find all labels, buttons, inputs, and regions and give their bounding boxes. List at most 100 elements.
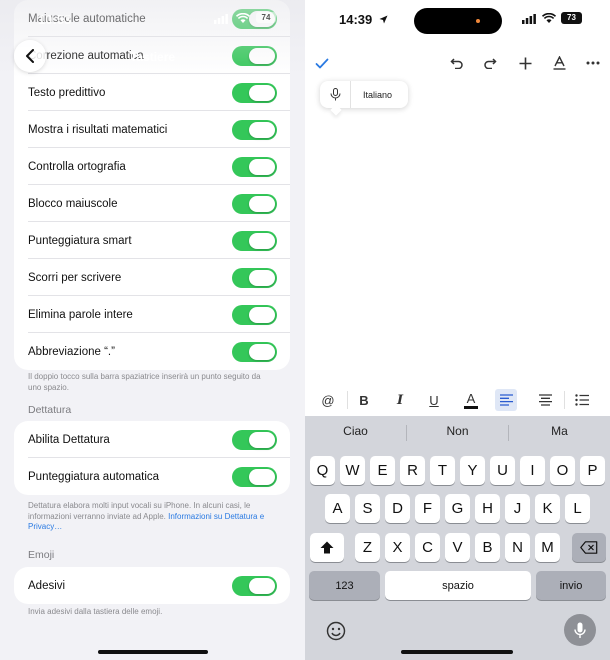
emoji-button[interactable] [323, 618, 349, 644]
setting-row-blocco[interactable]: Blocco maiuscole [14, 185, 290, 222]
key-j[interactable]: J [505, 494, 530, 523]
suggestion-2[interactable]: Non [407, 424, 508, 438]
suggestion-3[interactable]: Ma [509, 424, 610, 438]
toggle-switch[interactable] [232, 341, 277, 362]
align-center-button[interactable] [534, 389, 556, 411]
bold-button[interactable]: B [353, 389, 375, 411]
status-bar: 10:53 74 [0, 0, 305, 40]
dictation-button[interactable] [564, 614, 596, 646]
nav-title: Tastiere [129, 50, 176, 64]
toggle-switch[interactable] [232, 193, 277, 214]
align-left-button[interactable] [495, 389, 517, 411]
setting-label: Testo predittivo [28, 86, 106, 99]
dictation-language[interactable]: Italiano [351, 90, 392, 100]
key-q[interactable]: Q [310, 456, 335, 485]
toggle-switch[interactable] [232, 304, 277, 325]
key-s[interactable]: S [355, 494, 380, 523]
wifi-icon [542, 13, 556, 23]
setting-row-predittivo[interactable]: Testo predittivo [14, 74, 290, 111]
key-d[interactable]: D [385, 494, 410, 523]
delete-icon [580, 541, 598, 554]
setting-row-ortografia[interactable]: Controlla ortografia [14, 148, 290, 185]
status-bar: 14:39 73 [305, 0, 610, 40]
battery-icon: 73 [561, 12, 582, 24]
key-c[interactable]: C [415, 533, 440, 562]
setting-row-abbreviazione[interactable]: Abbreviazione “.” [14, 333, 290, 370]
toggle-switch[interactable] [232, 230, 277, 251]
mic-icon [330, 88, 340, 101]
setting-row-matematici[interactable]: Mostra i risultati matematici [14, 111, 290, 148]
key-a[interactable]: A [325, 494, 350, 523]
toggle-switch[interactable] [232, 119, 277, 140]
checkmark-icon [315, 58, 329, 68]
key-w[interactable]: W [340, 456, 365, 485]
more-button[interactable] [582, 52, 604, 74]
key-k[interactable]: K [535, 494, 560, 523]
setting-row-abilita-dettatura[interactable]: Abilita Dettatura [14, 421, 290, 458]
align-left-icon [499, 394, 513, 406]
key-u[interactable]: U [490, 456, 515, 485]
numbers-key[interactable]: 123 [309, 571, 380, 600]
return-key[interactable]: invio [536, 571, 606, 600]
dictation-language-popup: Italiano [320, 81, 408, 116]
key-g[interactable]: G [445, 494, 470, 523]
insert-button[interactable] [514, 52, 536, 74]
toggle-switch[interactable] [232, 82, 277, 103]
key-o[interactable]: O [550, 456, 575, 485]
home-indicator [401, 650, 513, 654]
italic-button[interactable]: I [389, 389, 411, 411]
key-m[interactable]: M [535, 533, 560, 562]
setting-row-punteggiatura-smart[interactable]: Punteggiatura smart [14, 222, 290, 259]
done-check-button[interactable] [311, 52, 333, 74]
setting-row-punteggiatura-automatica[interactable]: Punteggiatura automatica [14, 458, 290, 495]
emoji-footer: Invia adesivi dalla tastiera delle emoji… [28, 607, 163, 616]
setting-row-elimina[interactable]: Elimina parole intere [14, 296, 290, 333]
setting-label: Abilita Dettatura [28, 433, 110, 446]
key-b[interactable]: B [475, 533, 500, 562]
key-y[interactable]: Y [460, 456, 485, 485]
undo-button[interactable] [446, 52, 468, 74]
key-z[interactable]: Z [355, 533, 380, 562]
setting-row-adesivi[interactable]: Adesivi [14, 567, 290, 604]
redo-button[interactable] [479, 52, 501, 74]
text-format-button[interactable] [548, 52, 570, 74]
bullet-list-icon [575, 394, 589, 406]
setting-label: Mostra i risultati matematici [28, 123, 168, 136]
key-v[interactable]: V [445, 533, 470, 562]
text-color-button[interactable]: A [460, 389, 482, 411]
keyboard: Ciao Non Ma Q W E R T Y U I O P A S D F … [305, 416, 610, 660]
redo-icon [484, 58, 497, 69]
list-button[interactable] [571, 389, 593, 411]
toggle-switch[interactable] [232, 267, 277, 288]
settings-pane: Maiuscole automatiche Correzione automat… [0, 0, 305, 660]
key-e[interactable]: E [370, 456, 395, 485]
key-f[interactable]: F [415, 494, 440, 523]
key-h[interactable]: H [475, 494, 500, 523]
toggle-switch[interactable] [232, 429, 277, 450]
setting-label: Punteggiatura automatica [28, 470, 160, 483]
dictation-footer: Dettatura elabora molti input vocali su … [28, 501, 268, 533]
shift-key[interactable] [310, 533, 344, 562]
mention-button[interactable]: @ [317, 389, 339, 411]
space-key[interactable]: spazio [385, 571, 531, 600]
key-l[interactable]: L [565, 494, 590, 523]
key-n[interactable]: N [505, 533, 530, 562]
key-t[interactable]: T [430, 456, 455, 485]
setting-row-scorri[interactable]: Scorri per scrivere [14, 259, 290, 296]
underline-button[interactable]: U [423, 389, 445, 411]
setting-label: Punteggiatura smart [28, 234, 132, 247]
toggle-switch[interactable] [232, 156, 277, 177]
suggestion-1[interactable]: Ciao [305, 424, 406, 438]
signal-icon [214, 14, 228, 24]
key-p[interactable]: P [580, 456, 605, 485]
toggle-switch[interactable] [232, 575, 277, 596]
delete-key[interactable] [572, 533, 606, 562]
dictation-group: Abilita Dettatura Punteggiatura automati… [14, 421, 290, 495]
key-r[interactable]: R [400, 456, 425, 485]
key-x[interactable]: X [385, 533, 410, 562]
dynamic-island [414, 8, 502, 34]
location-arrow-icon [379, 15, 388, 24]
section-header-emoji: Emoji [28, 549, 55, 561]
toggle-switch[interactable] [232, 466, 277, 487]
key-i[interactable]: I [520, 456, 545, 485]
